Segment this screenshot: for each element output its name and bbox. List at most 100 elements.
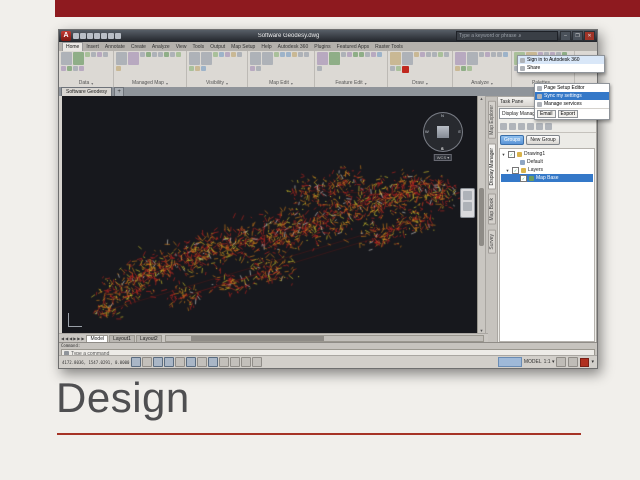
chevron-down-icon[interactable]: ▾ [91, 81, 93, 86]
ribbon-tool-icon[interactable] [213, 52, 218, 57]
status-toggle-ortho[interactable] [153, 357, 164, 367]
status-toggle-lwt[interactable] [219, 357, 230, 367]
ribbon-tool-icon[interactable] [396, 66, 401, 71]
ribbon-tool-icon[interactable] [195, 66, 200, 71]
ribbon-tool-icon[interactable] [444, 52, 449, 57]
table-icon[interactable] [509, 122, 516, 130]
ribbon-tool-icon[interactable] [432, 52, 437, 57]
chevron-down-icon[interactable]: ▾ [426, 81, 428, 86]
status-toggle-grid[interactable] [142, 357, 153, 367]
ribbon-tool-icon[interactable] [116, 52, 127, 65]
navigation-bar[interactable] [460, 188, 475, 218]
ribbon-tab-create[interactable]: Create [128, 43, 149, 51]
model-space-label[interactable]: MODEL [524, 359, 542, 365]
ribbon-tool-icon[interactable] [201, 52, 212, 65]
ribbon-tool-icon[interactable] [73, 52, 84, 65]
chevron-down-icon[interactable]: ▾ [166, 81, 168, 86]
tree-item-default[interactable]: Default [501, 158, 593, 166]
save-icon[interactable] [87, 33, 93, 39]
scroll-up-icon[interactable]: ▲ [478, 96, 485, 101]
ribbon-tool-icon[interactable] [329, 52, 340, 65]
task-pane-tab-map-book[interactable]: Map Book [487, 194, 496, 225]
ribbon-tool-icon[interactable] [201, 66, 206, 71]
signin-popup-row[interactable]: Sign in to Autodesk 360 [518, 56, 604, 64]
new-icon[interactable] [73, 33, 79, 39]
ribbon-tool-icon[interactable] [116, 66, 121, 71]
ribbon-tool-icon[interactable] [231, 52, 236, 57]
ribbon-tool-icon[interactable] [467, 66, 472, 71]
style-icon[interactable] [518, 122, 525, 130]
tree-item-drawing1[interactable]: ▼ ✓ Drawing1 [501, 150, 593, 158]
drawing-file-tab[interactable]: Software Geodesy [61, 87, 113, 96]
visibility-checkbox[interactable]: ✓ [520, 174, 527, 182]
chevron-down-icon[interactable]: ▾ [591, 359, 594, 365]
ribbon-tool-icon[interactable] [219, 52, 224, 57]
ribbon-tab-tools[interactable]: Tools [189, 43, 207, 51]
ribbon-tool-icon[interactable] [85, 52, 90, 57]
viewcube-west-label[interactable]: W [425, 129, 429, 134]
chevron-down-icon[interactable]: ▾ [491, 81, 493, 86]
ribbon-tool-icon[interactable] [225, 52, 230, 57]
ribbon-tool-icon[interactable] [61, 52, 72, 65]
ribbon-tool-icon[interactable] [61, 66, 66, 71]
ribbon-tool-icon[interactable] [497, 52, 502, 57]
tree-item-map-base[interactable]: ✓ Map Base [501, 174, 593, 182]
ribbon-tab-annotate[interactable]: Annotate [102, 43, 128, 51]
ribbon-tool-icon[interactable] [146, 52, 151, 57]
viewcube-north-label[interactable]: N [441, 113, 444, 118]
ribbon-tool-icon[interactable] [359, 52, 364, 57]
ribbon-tool-icon[interactable] [455, 52, 466, 65]
ribbon-tab-output[interactable]: Output [207, 43, 228, 51]
ribbon-tool-icon[interactable] [97, 52, 102, 57]
horizontal-scrollbar-thumb[interactable] [191, 336, 325, 341]
groups-button[interactable]: Groups [500, 135, 525, 145]
ribbon-tool-icon[interactable] [414, 52, 419, 57]
ribbon-tool-icon[interactable] [341, 52, 346, 57]
ribbon-tool-icon[interactable] [280, 52, 285, 57]
ribbon-tool-icon[interactable] [390, 66, 395, 71]
ribbon-tab-autodesk-360[interactable]: Autodesk 360 [275, 43, 312, 51]
menu-item-page-setup-editor[interactable]: Page Setup Editor [535, 84, 609, 92]
status-notification[interactable] [497, 357, 522, 367]
ribbon-tool-icon[interactable] [128, 52, 139, 65]
query-icon[interactable] [527, 122, 534, 130]
ribbon-tool-icon[interactable] [298, 52, 303, 57]
share-popup-row[interactable]: Share [518, 64, 604, 72]
undo-icon[interactable] [101, 33, 107, 39]
plot-icon[interactable] [115, 33, 121, 39]
new-group-button[interactable]: New Group [526, 135, 560, 145]
ribbon-tool-icon[interactable] [317, 66, 322, 71]
close-button[interactable]: ✕ [584, 31, 595, 41]
export-button[interactable]: Export [557, 110, 578, 118]
ribbon-tool-icon[interactable] [467, 52, 478, 65]
ribbon-tool-icon[interactable] [304, 52, 309, 57]
ribbon-tool-icon[interactable] [292, 52, 297, 57]
steering-wheel-icon[interactable] [463, 191, 472, 200]
ribbon-tool-icon[interactable] [491, 52, 496, 57]
workspace-switch-icon[interactable] [568, 357, 579, 367]
ribbon-tool-icon[interactable] [262, 52, 273, 65]
ribbon-tab-help[interactable]: Help [258, 43, 274, 51]
horizontal-scrollbar[interactable] [164, 335, 484, 342]
status-toggle-tpy[interactable] [230, 357, 241, 367]
status-toggle-ducs[interactable] [197, 357, 208, 367]
search-icon[interactable]: ⌕ [519, 33, 522, 39]
ribbon-tool-icon[interactable] [479, 52, 484, 57]
chevron-down-icon[interactable]: ▾ [226, 81, 228, 86]
ribbon-tool-icon[interactable] [426, 52, 431, 57]
ribbon-tab-map-setup[interactable]: Map Setup [228, 43, 258, 51]
ribbon-tab-home[interactable]: Home [62, 42, 84, 51]
email-button[interactable]: Email [537, 110, 556, 118]
ribbon-tool-icon[interactable] [420, 52, 425, 57]
chevron-down-icon[interactable]: ▾ [365, 81, 367, 86]
layout-tab-arrows[interactable]: ◀◀◀▶▶▶ [61, 336, 85, 341]
ribbon-tool-icon[interactable] [67, 66, 72, 71]
tree-item-layers[interactable]: ▼ ✓ Layers [501, 166, 593, 174]
menu-item-manage-services[interactable]: Manage services [535, 100, 609, 108]
visibility-checkbox[interactable]: ✓ [508, 150, 515, 158]
ribbon-tool-icon[interactable] [91, 52, 96, 57]
new-drawing-tab-button[interactable]: + [114, 87, 125, 96]
ribbon-tool-icon[interactable] [140, 52, 145, 57]
ribbon-tool-icon[interactable] [390, 52, 401, 65]
search-input[interactable]: Type a keyword or phrase ⌕ [456, 31, 558, 41]
